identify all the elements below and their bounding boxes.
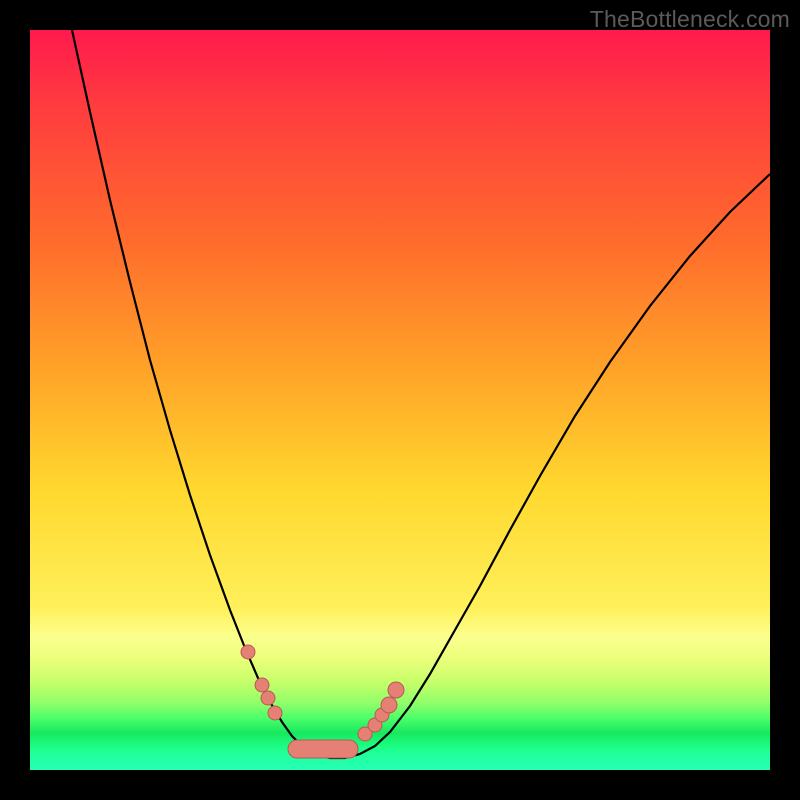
chart-marker — [268, 706, 282, 720]
chart-marker — [288, 740, 358, 758]
chart-svg — [30, 30, 770, 770]
chart-frame: TheBottleneck.com — [0, 0, 800, 800]
chart-marker — [381, 697, 397, 713]
chart-marker — [241, 645, 255, 659]
chart-marker — [261, 691, 275, 705]
bottleneck-curve — [72, 30, 770, 758]
watermark-text: TheBottleneck.com — [590, 6, 790, 33]
chart-marker — [388, 682, 404, 698]
chart-marker — [255, 678, 269, 692]
